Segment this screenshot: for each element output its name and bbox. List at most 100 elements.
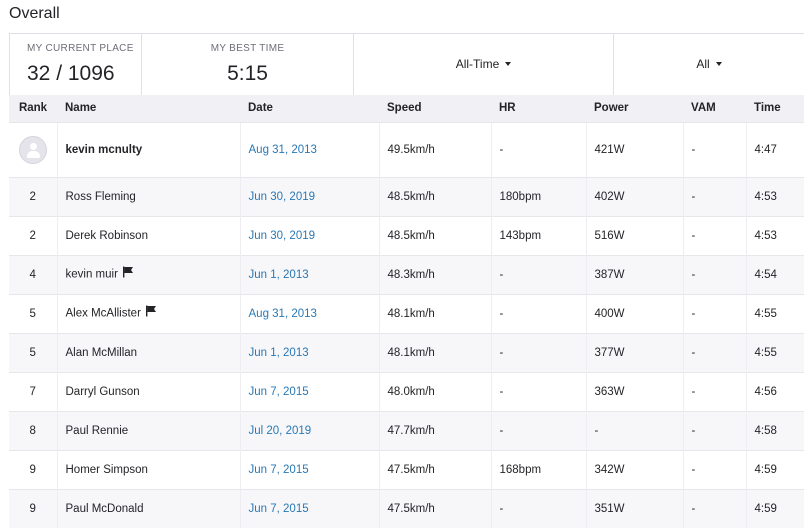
table-row[interactable]: 5 Alex McAllister Aug 31, 2013 48.1km/h -400…: [9, 293, 804, 333]
date-link[interactable]: Jun 7, 2015: [249, 464, 309, 476]
athlete-name-text[interactable]: Paul McDonald: [66, 503, 144, 515]
vam-cell: -: [682, 410, 746, 450]
date-link[interactable]: Jun 1, 2013: [249, 347, 309, 359]
period-dropdown[interactable]: All-Time: [354, 57, 613, 71]
current-place-label: MY CURRENT PLACE: [27, 43, 134, 54]
athlete-name-text[interactable]: Paul Rennie: [66, 425, 129, 437]
athlete-name-text[interactable]: Derek Robinson: [66, 230, 148, 242]
hr-cell: -: [490, 488, 586, 528]
table-row[interactable]: 9 Paul McDonald Jun 7, 2015 47.5km/h -351W -4…: [9, 488, 804, 528]
date-link[interactable]: Jul 20, 2019: [249, 425, 312, 437]
athlete-name-text[interactable]: Alan McMillan: [66, 347, 138, 359]
date-link[interactable]: Jun 30, 2019: [249, 191, 316, 203]
date-cell[interactable]: Jun 30, 2019: [239, 176, 379, 216]
athlete-name[interactable]: Paul Rennie: [56, 410, 240, 450]
athlete-name[interactable]: Paul McDonald: [56, 488, 240, 528]
athlete-name[interactable]: Alex McAllister: [56, 293, 240, 333]
speed-cell: 48.0km/h: [378, 371, 491, 411]
date-cell[interactable]: Jun 7, 2015: [239, 371, 379, 411]
header-power[interactable]: Power: [586, 95, 683, 122]
time-cell: 4:55: [745, 332, 804, 372]
table-row[interactable]: 5 Alan McMillan Jun 1, 2013 48.1km/h -377W -4…: [9, 332, 804, 372]
header-hr[interactable]: HR: [491, 95, 586, 122]
header-rank[interactable]: Rank: [9, 95, 57, 122]
speed-cell: 47.5km/h: [378, 449, 491, 489]
power-cell: 402W: [585, 176, 683, 216]
power-cell: 377W: [585, 332, 683, 372]
time-cell: 4:47: [745, 121, 804, 177]
table-row-current-athlete[interactable]: kevin mcnulty Aug 31, 2013 49.5km/h - 42…: [9, 121, 804, 177]
table-row[interactable]: 9 Homer Simpson Jun 7, 2015 47.5km/h 168bpm 3…: [9, 449, 804, 489]
filter-dropdown[interactable]: All: [614, 57, 804, 71]
date-cell[interactable]: Jun 30, 2019: [239, 215, 379, 255]
power-cell: 363W: [585, 371, 683, 411]
athlete-name-text[interactable]: Ross Fleming: [66, 191, 136, 203]
best-time-box: MY BEST TIME 5:15: [142, 34, 354, 96]
athlete-name[interactable]: kevin mcnulty: [56, 121, 240, 177]
athlete-name-text[interactable]: Alex McAllister: [66, 308, 141, 320]
leaderboard-table: Rank Name Date Speed HR Power VAM Time k…: [9, 95, 804, 528]
table-header-row: Rank Name Date Speed HR Power VAM Time: [9, 95, 804, 122]
power-cell: 516W: [585, 215, 683, 255]
rank-cell: 7: [9, 371, 57, 411]
table-row[interactable]: 2 Ross Fleming Jun 30, 2019 48.5km/h 180bpm 4…: [9, 176, 804, 216]
date-cell[interactable]: Aug 31, 2013: [239, 121, 379, 177]
table-row[interactable]: 2 Derek Robinson Jun 30, 2019 48.5km/h 143bp…: [9, 215, 804, 255]
athlete-name-text[interactable]: Darryl Gunson: [66, 386, 140, 398]
power-cell: 351W: [585, 488, 683, 528]
speed-cell: 49.5km/h: [378, 121, 491, 177]
header-date[interactable]: Date: [240, 95, 379, 122]
power-cell: -: [585, 410, 683, 450]
date-link[interactable]: Aug 31, 2013: [249, 144, 317, 156]
athlete-name[interactable]: Homer Simpson: [56, 449, 240, 489]
speed-cell: 48.1km/h: [378, 293, 491, 333]
speed-cell: 47.5km/h: [378, 488, 491, 528]
vam-cell: -: [682, 371, 746, 411]
header-vam[interactable]: VAM: [683, 95, 746, 122]
filter-dropdown-box: All: [614, 34, 804, 96]
date-link[interactable]: Aug 31, 2013: [249, 308, 317, 320]
vam-cell: -: [682, 254, 746, 294]
table-row[interactable]: 7 Darryl Gunson Jun 7, 2015 48.0km/h -363W -4…: [9, 371, 804, 411]
power-cell: 342W: [585, 449, 683, 489]
rank-cell: 9: [9, 488, 57, 528]
athlete-name[interactable]: kevin muir: [56, 254, 240, 294]
table-row[interactable]: 8 Paul Rennie Jul 20, 2019 47.7km/h - - -4:58: [9, 410, 804, 450]
table-row[interactable]: 4 kevin muir Jun 1, 2013 48.3km/h -387W -4:54: [9, 254, 804, 294]
date-cell[interactable]: Jun 7, 2015: [239, 488, 379, 528]
rank-cell: 9: [9, 449, 57, 489]
date-cell[interactable]: Jun 7, 2015: [239, 449, 379, 489]
date-cell[interactable]: Jul 20, 2019: [239, 410, 379, 450]
time-cell: 4:59: [745, 449, 804, 489]
power-cell: 400W: [585, 293, 683, 333]
header-name[interactable]: Name: [57, 95, 240, 122]
athlete-name[interactable]: Alan McMillan: [56, 332, 240, 372]
rank-cell: [9, 121, 57, 177]
athlete-name[interactable]: Derek Robinson: [56, 215, 240, 255]
time-cell: 4:58: [745, 410, 804, 450]
hr-cell: -: [490, 293, 586, 333]
date-link[interactable]: Jun 7, 2015: [249, 503, 309, 515]
athlete-name-text[interactable]: Homer Simpson: [66, 464, 148, 476]
vam-cell: -: [682, 449, 746, 489]
vam-cell: -: [682, 488, 746, 528]
athlete-name[interactable]: Ross Fleming: [56, 176, 240, 216]
vam-cell: -: [682, 121, 746, 177]
athlete-name[interactable]: Darryl Gunson: [56, 371, 240, 411]
date-link[interactable]: Jun 1, 2013: [249, 269, 309, 281]
date-cell[interactable]: Jun 1, 2013: [239, 254, 379, 294]
date-link[interactable]: Jun 7, 2015: [249, 386, 309, 398]
date-cell[interactable]: Aug 31, 2013: [239, 293, 379, 333]
header-time[interactable]: Time: [746, 95, 804, 122]
header-speed[interactable]: Speed: [379, 95, 491, 122]
date-cell[interactable]: Jun 1, 2013: [239, 332, 379, 372]
period-dropdown-box: All-Time: [354, 34, 614, 96]
vam-cell: -: [682, 293, 746, 333]
time-cell: 4:53: [745, 176, 804, 216]
time-cell: 4:54: [745, 254, 804, 294]
date-link[interactable]: Jun 30, 2019: [249, 230, 316, 242]
athlete-name-text[interactable]: kevin muir: [66, 269, 118, 281]
hr-cell: 168bpm: [490, 449, 586, 489]
filter-dropdown-label: All: [696, 57, 710, 71]
rank-cell: 2: [9, 215, 57, 255]
